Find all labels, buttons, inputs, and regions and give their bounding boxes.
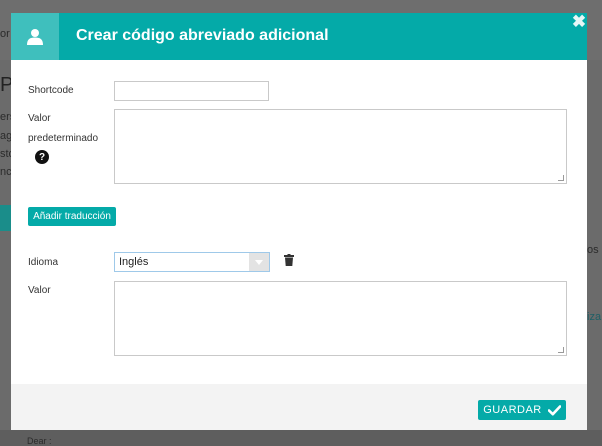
language-label: Idioma	[28, 257, 59, 268]
header-icon-box	[11, 13, 59, 60]
value-label: Valor	[28, 285, 51, 296]
shortcode-input[interactable]	[114, 81, 269, 101]
create-shortcode-modal: Crear código abreviado adicional ✖ Short…	[11, 13, 587, 430]
modal-footer: GUARDAR	[11, 384, 587, 430]
save-button[interactable]: GUARDAR	[478, 400, 566, 420]
default-value-textarea[interactable]	[114, 109, 567, 184]
background-bottom	[0, 430, 602, 446]
background-text: Dear :	[27, 436, 52, 446]
chevron-down-icon[interactable]	[249, 253, 269, 271]
trash-icon[interactable]	[284, 254, 294, 266]
modal-title: Crear código abreviado adicional	[76, 27, 329, 44]
shortcode-label: Shortcode	[28, 85, 74, 96]
save-button-label: GUARDAR	[483, 404, 542, 416]
background-text: os	[587, 244, 599, 256]
modal-header: Crear código abreviado adicional ✖	[11, 13, 587, 60]
close-icon[interactable]: ✖	[571, 13, 587, 31]
add-translation-button[interactable]: Añadir traducción	[28, 207, 116, 226]
default-value-label-line1: Valor	[28, 113, 51, 124]
default-value-label-line2: predeterminado	[28, 133, 99, 144]
value-resize-handle[interactable]	[558, 347, 564, 353]
background-text: or	[0, 28, 10, 40]
language-selected-value: Inglés	[119, 256, 149, 268]
help-icon[interactable]: ?	[35, 150, 49, 164]
background-link: iza	[587, 311, 602, 323]
default-value-resize-handle[interactable]	[558, 175, 564, 181]
user-icon	[27, 29, 43, 45]
checkmark-icon	[547, 404, 561, 415]
language-select[interactable]: Inglés	[114, 252, 270, 272]
value-textarea[interactable]	[114, 281, 567, 356]
